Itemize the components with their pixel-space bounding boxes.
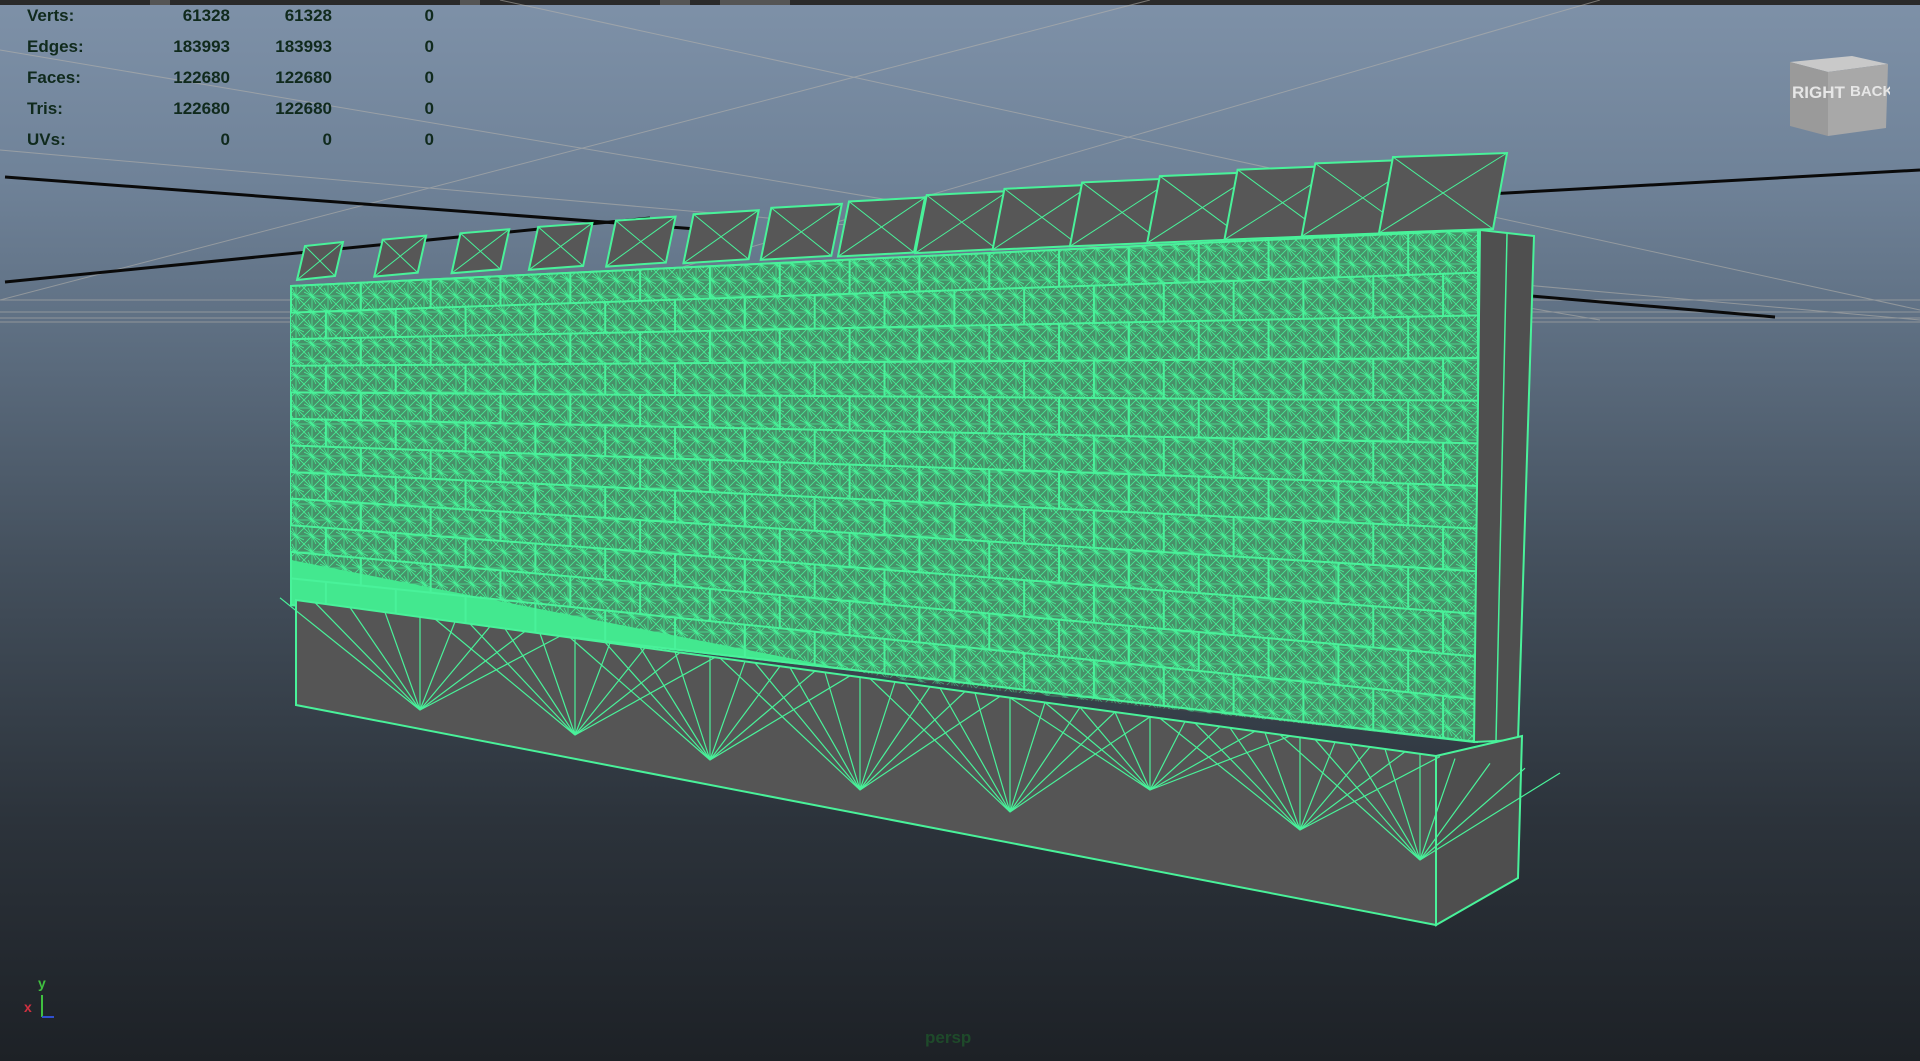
hud-value: 61328 (182, 6, 230, 25)
hud-value: 183993 (275, 37, 332, 56)
camera-name-label: persp (925, 1028, 972, 1047)
hud-label: Verts: (27, 6, 75, 25)
hud-label: Faces: (27, 68, 81, 87)
hud-value: 0 (424, 130, 434, 149)
hud-value: 122680 (275, 99, 332, 118)
axis-indicator: y x (18, 975, 58, 1025)
hud-label: Tris: (27, 99, 63, 118)
hud-value: 122680 (173, 99, 230, 118)
3d-viewport[interactable]: Verts: 61328 61328 0 Edges: 183993 18399… (0, 0, 1920, 1061)
hud-value: 0 (220, 130, 230, 149)
hud-value: 0 (424, 6, 434, 25)
axis-gizmo-icon (41, 995, 54, 1018)
view-cube-back-label[interactable]: BACK (1850, 83, 1890, 100)
wall-foundation-side (1435, 734, 1524, 927)
hud-label: UVs: (27, 130, 66, 149)
hud-value: 0 (424, 37, 434, 56)
view-cube[interactable]: RIGHT BACK (1780, 50, 1890, 150)
hud-value: 122680 (173, 68, 230, 87)
wall-side-face (1472, 228, 1536, 744)
wall-mesh-scene[interactable] (0, 0, 1920, 1061)
view-cube-right-label[interactable]: RIGHT (1792, 83, 1846, 102)
hud-label: Edges: (27, 37, 84, 56)
hud-value: 183993 (173, 37, 230, 56)
hud-value: 0 (424, 99, 434, 118)
hud-value: 122680 (275, 68, 332, 87)
hud-value: 0 (322, 130, 332, 149)
hud-value: 61328 (284, 6, 332, 25)
hud-value: 0 (424, 68, 434, 87)
